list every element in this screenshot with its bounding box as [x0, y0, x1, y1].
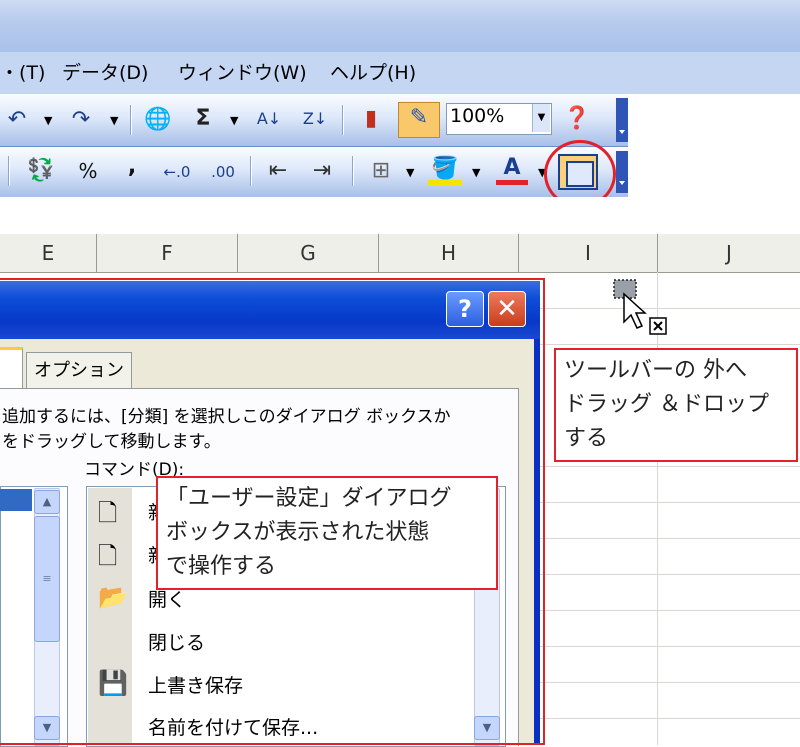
borders-dropdown-icon[interactable]: ▼	[406, 166, 414, 179]
sort-asc-icon[interactable]: A↓	[252, 104, 286, 134]
grid-line	[540, 610, 800, 611]
toolbar-separator	[250, 156, 252, 186]
font-color-icon[interactable]: A	[496, 153, 528, 185]
undo-icon[interactable]: ↶	[4, 105, 30, 135]
grid-line	[540, 682, 800, 683]
callout-line: ドラッグ ＆ドロップ	[564, 392, 769, 417]
column-header-f[interactable]: F	[97, 234, 238, 272]
column-header-h[interactable]: H	[379, 234, 519, 272]
callout-line: ツールバーの 外へ	[564, 358, 747, 383]
grid-line	[540, 646, 800, 647]
toolbar-separator	[352, 156, 354, 186]
menu-item-window[interactable]: ウィンドウ(W)	[178, 58, 307, 85]
toolbar-separator	[130, 105, 132, 135]
redo-dropdown-icon[interactable]: ▼	[110, 114, 118, 127]
grid-line	[540, 344, 800, 345]
sort-desc-icon[interactable]: Z↓	[298, 104, 332, 134]
hyperlink-icon[interactable]: 🌐	[142, 105, 174, 135]
menu-item-tools[interactable]: ・(T)	[0, 58, 45, 85]
grid-line	[657, 272, 658, 745]
menu-item-data[interactable]: データ(D)	[62, 58, 148, 85]
column-header-i[interactable]: I	[519, 234, 658, 272]
chart-wizard-icon[interactable]: ▮	[354, 104, 388, 134]
comma-icon[interactable]: ,	[120, 152, 144, 182]
decrease-decimal-icon[interactable]: .00	[204, 157, 242, 187]
column-headers: E F G H I J	[0, 234, 800, 273]
toolbar-grip-handle[interactable]	[616, 151, 628, 193]
decrease-indent-icon[interactable]: ⇤	[262, 156, 294, 186]
column-header-j[interactable]: J	[658, 234, 800, 272]
currency-icon[interactable]: 💱	[24, 156, 58, 186]
column-header-e[interactable]: E	[0, 234, 97, 272]
toolbar-separator	[8, 156, 10, 186]
percent-icon[interactable]: %	[74, 156, 102, 186]
autosum-icon[interactable]: Σ	[188, 104, 218, 134]
zoom-value: 100%	[450, 105, 505, 127]
callout-line: する	[564, 426, 609, 451]
drag-cursor-icon	[613, 279, 667, 335]
callout-dialog-state: 「ユーザー設定」ダイアログ ボックスが表示された状態 で操作する	[156, 476, 498, 590]
toolbar-separator	[342, 105, 344, 135]
help-icon[interactable]: ❓	[562, 104, 592, 134]
grid-line	[540, 538, 800, 539]
menu-item-help[interactable]: ヘルプ(H)	[330, 58, 416, 85]
drawing-icon[interactable]: ✎	[398, 102, 440, 138]
grid-line	[540, 718, 800, 719]
increase-indent-icon[interactable]: ⇥	[306, 156, 338, 186]
column-header-g[interactable]: G	[238, 234, 379, 272]
callout-drag-outside: ツールバーの 外へ ドラッグ ＆ドロップ する	[554, 348, 798, 462]
autosum-dropdown-icon[interactable]: ▼	[230, 114, 238, 127]
fill-color-icon[interactable]: 🪣	[428, 154, 462, 185]
window-title-bar	[0, 0, 800, 52]
redo-icon[interactable]: ↷	[68, 105, 94, 135]
grid-line	[540, 574, 800, 575]
fill-color-dropdown-icon[interactable]: ▼	[472, 166, 480, 179]
callout-line: で操作する	[166, 554, 277, 579]
undo-dropdown-icon[interactable]: ▼	[44, 114, 52, 127]
grid-line	[540, 502, 800, 503]
zoom-dropdown-icon[interactable]: ▼	[532, 104, 550, 132]
toolbar-grip-handle[interactable]	[616, 98, 628, 142]
callout-line: ボックスが表示された状態	[166, 520, 430, 545]
increase-decimal-icon[interactable]: ←.0	[158, 157, 196, 187]
callout-line: 「ユーザー設定」ダイアログ	[166, 486, 452, 511]
grid-line	[540, 466, 800, 467]
borders-icon[interactable]: ⊞	[366, 156, 396, 186]
